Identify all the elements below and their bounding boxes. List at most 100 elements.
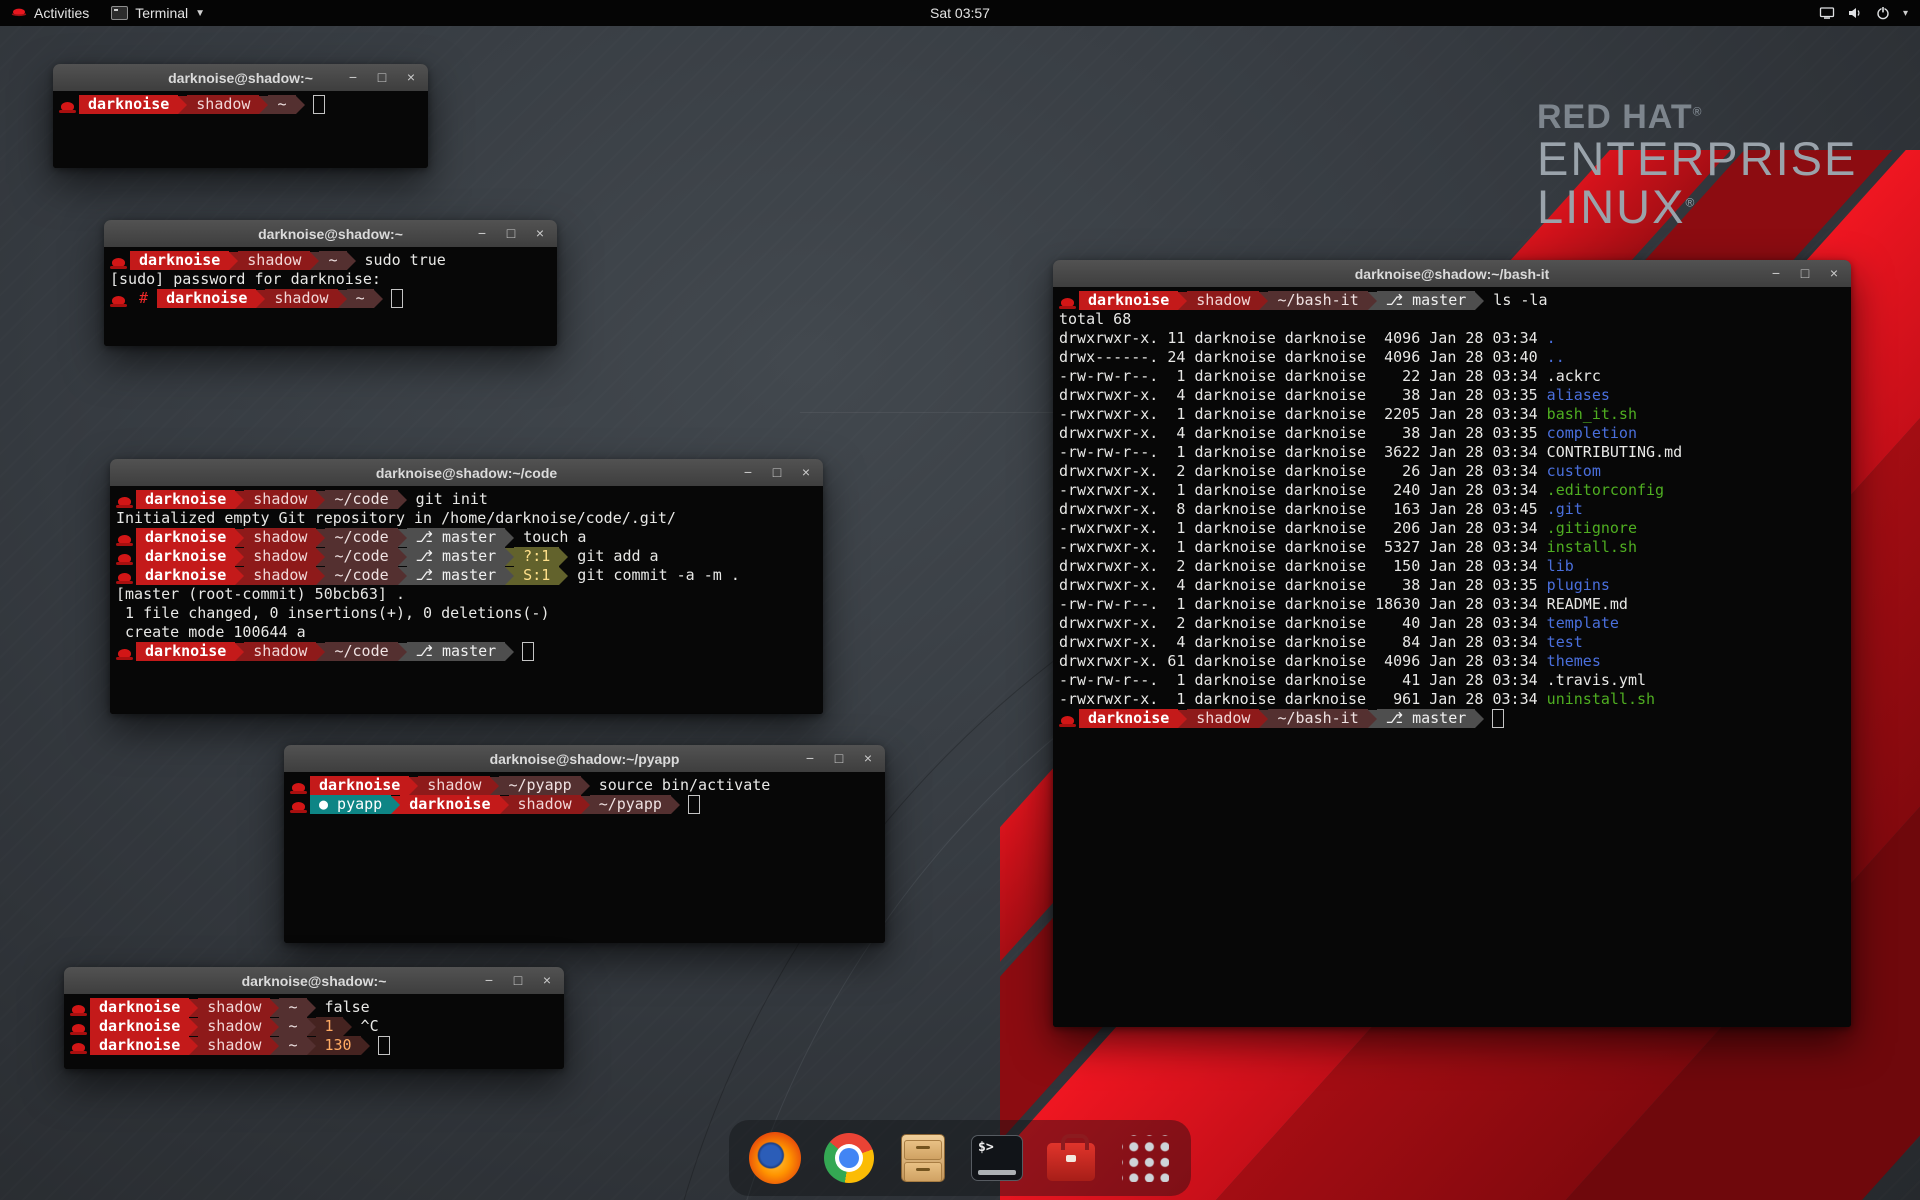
system-tray[interactable]: ▾ — [1807, 0, 1920, 26]
registered-mark: ® — [1685, 195, 1696, 209]
titlebar[interactable]: darknoise@shadow:~ − □ × — [104, 220, 557, 248]
close-button[interactable]: × — [1827, 260, 1841, 287]
terminal-line: -rwxrwxr-x. 1 darknoise darknoise 2205 J… — [1059, 405, 1851, 424]
brand-redhat: RED HAT® — [1537, 100, 1857, 135]
terminal-app-icon — [111, 6, 128, 20]
chrome-icon — [824, 1133, 874, 1183]
powerline-arrow — [189, 1018, 198, 1036]
terminal-text: git init — [407, 490, 488, 509]
terminal-line: -rwxrwxr-x. 1 darknoise darknoise 5327 J… — [1059, 538, 1851, 557]
prompt-segment-path: ~/code — [325, 547, 397, 566]
maximize-button[interactable]: □ — [375, 64, 389, 91]
maximize-button[interactable]: □ — [770, 459, 784, 486]
powerline-arrow — [307, 1018, 316, 1036]
close-button[interactable]: × — [861, 745, 875, 772]
chevron-down-icon: ▼ — [195, 8, 205, 19]
redhat-logo-icon — [11, 5, 27, 21]
titlebar[interactable]: darknoise@shadow:~/code − □ × — [110, 459, 823, 487]
dock-app-grid-icon[interactable] — [1117, 1130, 1173, 1186]
terminal-text: -rw-rw-r--. 1 darknoise darknoise 3622 J… — [1059, 443, 1547, 462]
prompt-segment-user: darknoise — [136, 547, 235, 566]
terminal-text: drwxrwxr-x. 4 darknoise darknoise 38 Jan… — [1059, 424, 1547, 443]
minimize-button[interactable]: − — [475, 220, 489, 247]
terminal-text: source bin/activate — [590, 776, 771, 795]
clock[interactable]: Sat 03:57 — [920, 0, 1000, 26]
terminal-line: darknoiseshadow~ false — [70, 998, 564, 1017]
powerline-arrow — [235, 548, 244, 566]
volume-icon[interactable] — [1847, 5, 1863, 21]
terminal-line: drwxrwxr-x. 4 darknoise darknoise 84 Jan… — [1059, 633, 1851, 652]
powerline-arrow — [307, 1037, 316, 1055]
activities-button[interactable]: Activities — [0, 0, 100, 26]
close-button[interactable]: × — [540, 967, 554, 994]
dock-files-icon[interactable] — [895, 1130, 951, 1186]
display-icon[interactable] — [1819, 5, 1835, 21]
titlebar[interactable]: darknoise@shadow:~ − □ × — [53, 64, 428, 92]
terminal-content[interactable]: darknoiseshadow~ — [53, 91, 428, 168]
terminal-text: drwx------. 24 darknoise darknoise 4096 … — [1059, 348, 1547, 367]
powerline-arrow — [338, 290, 347, 308]
titlebar[interactable]: darknoise@shadow:~/bash-it − □ × — [1053, 260, 1851, 288]
terminal-line: [master (root-commit) 50bcb63] . — [116, 585, 823, 604]
prompt-segment-user: darknoise — [90, 998, 189, 1017]
powerline-arrow — [398, 491, 407, 509]
prompt-segment-path: ~/pyapp — [590, 795, 671, 814]
maximize-button[interactable]: □ — [832, 745, 846, 772]
powerline-arrow — [343, 1018, 352, 1036]
prompt-segment-git: ⎇ master — [407, 528, 506, 547]
minimize-button[interactable]: − — [346, 64, 360, 91]
powerline-arrow — [1259, 292, 1268, 310]
dock-toolbox-icon[interactable] — [1043, 1130, 1099, 1186]
dock-chrome-icon[interactable] — [821, 1130, 877, 1186]
dock-terminal-icon[interactable]: $> — [969, 1130, 1025, 1186]
powerline-arrow — [500, 796, 509, 814]
terminal-content[interactable]: darknoiseshadow~/pyapp source bin/activa… — [284, 772, 885, 943]
minimize-button[interactable]: − — [1769, 260, 1783, 287]
app-menu-terminal[interactable]: Terminal ▼ — [100, 0, 216, 26]
power-icon[interactable] — [1875, 5, 1891, 21]
window-title: darknoise@shadow:~/pyapp — [490, 751, 680, 767]
terminal-content[interactable]: darknoiseshadow~ sudo true[sudo] passwor… — [104, 247, 557, 346]
maximize-button[interactable]: □ — [1798, 260, 1812, 287]
powerline-arrow — [270, 1018, 279, 1036]
terminal-line: drwxrwxr-x. 2 darknoise darknoise 150 Ja… — [1059, 557, 1851, 576]
terminal-text: .travis.yml — [1547, 671, 1646, 690]
terminal-line: -rwxrwxr-x. 1 darknoise darknoise 206 Ja… — [1059, 519, 1851, 538]
powerline-arrow — [1475, 710, 1484, 728]
terminal-line: drwxrwxr-x. 11 darknoise darknoise 4096 … — [1059, 329, 1851, 348]
terminal-content[interactable]: darknoiseshadow~/bash-it⎇ master ls -lat… — [1053, 287, 1851, 1027]
powerline-arrow — [1475, 292, 1484, 310]
dock: $> — [729, 1120, 1191, 1196]
powerline-arrow — [505, 529, 514, 547]
terminal-cursor — [378, 1036, 390, 1055]
terminal-text: drwxrwxr-x. 2 darknoise darknoise 40 Jan… — [1059, 614, 1547, 633]
minimize-button[interactable]: − — [741, 459, 755, 486]
close-button[interactable]: × — [533, 220, 547, 247]
maximize-button[interactable]: □ — [504, 220, 518, 247]
redhat-prompt-icon — [72, 1005, 85, 1014]
terminal-text: -rw-rw-r--. 1 darknoise darknoise 41 Jan… — [1059, 671, 1547, 690]
terminal-window-sudo: darknoise@shadow:~ − □ × darknoiseshadow… — [104, 220, 557, 346]
powerline-arrow — [559, 567, 568, 585]
terminal-content[interactable]: darknoiseshadow~/code git initInitialize… — [110, 486, 823, 714]
close-button[interactable]: × — [799, 459, 813, 486]
terminal-icon: $> — [971, 1135, 1023, 1181]
powerline-arrow — [505, 643, 514, 661]
prompt-segment-git: ⎇ master — [407, 642, 506, 661]
prompt-segment-host: shadow — [187, 95, 259, 114]
titlebar[interactable]: darknoise@shadow:~ − □ × — [64, 967, 564, 995]
close-button[interactable]: × — [404, 64, 418, 91]
powerline-arrow — [374, 290, 383, 308]
maximize-button[interactable]: □ — [511, 967, 525, 994]
terminal-text: .. — [1547, 348, 1565, 367]
minimize-button[interactable]: − — [482, 967, 496, 994]
window-title: darknoise@shadow:~/bash-it — [1355, 266, 1550, 282]
titlebar[interactable]: darknoise@shadow:~/pyapp − □ × — [284, 745, 885, 773]
prompt-segment-host: shadow — [244, 642, 316, 661]
powerline-arrow — [347, 252, 356, 270]
minimize-button[interactable]: − — [803, 745, 817, 772]
terminal-line: 1 file changed, 0 insertions(+), 0 delet… — [116, 604, 823, 623]
dock-firefox-icon[interactable] — [747, 1130, 803, 1186]
terminal-content[interactable]: darknoiseshadow~ falsedarknoiseshadow~1 … — [64, 994, 564, 1069]
redhat-prompt-icon — [292, 802, 305, 811]
